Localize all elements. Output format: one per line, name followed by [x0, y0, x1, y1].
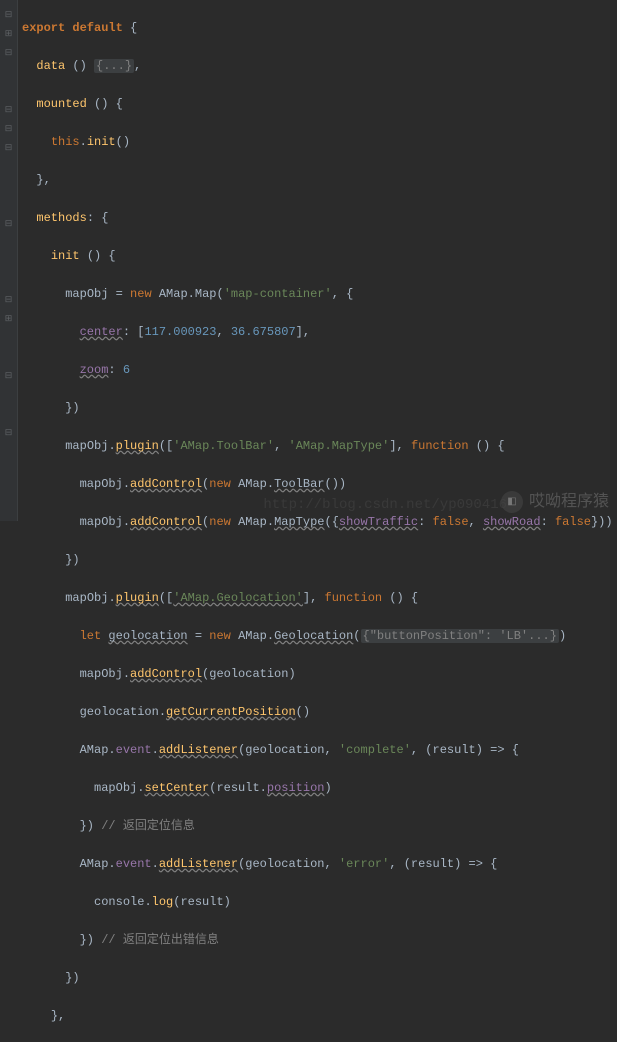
gutter: ⊟ ⊞ ⊟ ⊟ ⊟ ⊟ ⊟ ⊟ ⊞ ⊟ ⊟ [0, 0, 18, 521]
watermark: ◧ 哎呦程序猿 [501, 491, 609, 513]
code-line: AMap.event.addListener(geolocation, 'com… [22, 741, 617, 760]
code-line: mapObj = new AMap.Map('map-container', { [22, 285, 617, 304]
code-line: center: [117.000923, 36.675807], [22, 323, 617, 342]
code-line: geolocation.getCurrentPosition() [22, 703, 617, 722]
code-line: mapObj.setCenter(result.position) [22, 779, 617, 798]
code-line: }, [22, 171, 617, 190]
watermark-text: 哎呦程序猿 [529, 493, 609, 512]
code-line: AMap.event.addListener(geolocation, 'err… [22, 855, 617, 874]
code-line: mounted () { [22, 95, 617, 114]
code-line: init () { [22, 247, 617, 266]
code-line: mapObj.addControl(geolocation) [22, 665, 617, 684]
code-line: console.log(result) [22, 893, 617, 912]
code-line: data () {...}, [22, 57, 617, 76]
fold-toggle[interactable]: ⊟ [3, 143, 14, 154]
code-line: zoom: 6 [22, 361, 617, 380]
code-line: mapObj.plugin(['AMap.Geolocation'], func… [22, 589, 617, 608]
fold-toggle[interactable]: ⊟ [3, 371, 14, 382]
code-line: export default { [22, 19, 617, 38]
code-line: }) [22, 969, 617, 988]
code-line: }) [22, 399, 617, 418]
code-editor: ⊟ ⊞ ⊟ ⊟ ⊟ ⊟ ⊟ ⊟ ⊞ ⊟ ⊟ export default { d… [0, 0, 617, 521]
fold-toggle[interactable]: ⊟ [3, 124, 14, 135]
code-line: }) [22, 551, 617, 570]
code-line: }, [22, 1007, 617, 1026]
fold-toggle[interactable]: ⊟ [3, 428, 14, 439]
code-line: }) // 返回定位信息 [22, 817, 617, 836]
code-line: mapObj.addControl(new AMap.MapType({show… [22, 513, 617, 532]
fold-toggle[interactable]: ⊟ [3, 105, 14, 116]
code-line: let geolocation = new AMap.Geolocation({… [22, 627, 617, 646]
code-line: mapObj.plugin(['AMap.ToolBar', 'AMap.Map… [22, 437, 617, 456]
fold-toggle[interactable]: ⊞ [3, 29, 14, 40]
fold-toggle[interactable]: ⊟ [3, 219, 14, 230]
qr-icon: ◧ [501, 491, 523, 513]
fold-toggle[interactable]: ⊟ [3, 48, 14, 59]
code-line: this.init() [22, 133, 617, 152]
fold-toggle[interactable]: ⊟ [3, 295, 14, 306]
fold-toggle[interactable]: ⊞ [3, 314, 14, 325]
fold-toggle[interactable]: ⊟ [3, 10, 14, 21]
code-line: }) // 返回定位出错信息 [22, 931, 617, 950]
code-area[interactable]: export default { data () {...}, mounted … [18, 0, 617, 521]
code-line: methods: { [22, 209, 617, 228]
watermark-url: http://blog.csdn.net/yp090416 [263, 496, 507, 515]
